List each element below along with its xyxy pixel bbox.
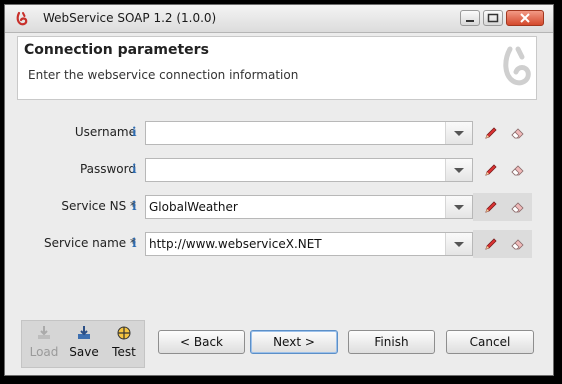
clear-eraser-icon[interactable] xyxy=(510,199,526,215)
next-button[interactable]: Next > xyxy=(250,330,338,354)
field-row-password: Password i xyxy=(17,156,537,184)
username-field[interactable] xyxy=(145,121,473,145)
password-info-icon[interactable]: i xyxy=(132,162,137,176)
password-dropdown-button[interactable] xyxy=(445,159,472,181)
field-row-service-ns: Service NS * i GlobalWeather xyxy=(17,193,537,221)
maximize-icon xyxy=(487,13,499,23)
page-description: Enter the webservice connection informat… xyxy=(28,68,299,82)
edit-pencil-icon[interactable] xyxy=(483,162,499,178)
username-label: Username xyxy=(74,125,136,139)
edit-pencil-icon[interactable] xyxy=(483,125,499,141)
close-button[interactable] xyxy=(506,10,544,26)
app-logo-icon xyxy=(16,11,28,26)
username-dropdown-button[interactable] xyxy=(445,122,472,144)
username-info-icon[interactable]: i xyxy=(132,125,137,139)
save-icon xyxy=(78,326,90,339)
test-button[interactable]: Test xyxy=(104,321,144,367)
password-field[interactable] xyxy=(145,158,473,182)
chevron-down-icon xyxy=(454,131,464,136)
chevron-down-icon xyxy=(454,242,464,247)
dialog-window: WebService SOAP 1.2 (1.0.0) Connection p… xyxy=(4,4,554,376)
window-title: WebService SOAP 1.2 (1.0.0) xyxy=(43,11,217,25)
page-title: Connection parameters xyxy=(24,42,209,58)
header-logo-icon xyxy=(503,46,531,86)
minimize-button[interactable] xyxy=(460,10,480,26)
clear-eraser-icon[interactable] xyxy=(510,162,526,178)
close-icon xyxy=(520,13,530,23)
connection-form: Username i Password i Service NS * i Glo… xyxy=(17,100,537,324)
field-row-username: Username i xyxy=(17,119,537,147)
maximize-button[interactable] xyxy=(483,10,503,26)
clear-eraser-icon[interactable] xyxy=(510,125,526,141)
service-ns-value: GlobalWeather xyxy=(149,200,238,214)
service-ns-field[interactable]: GlobalWeather xyxy=(145,195,473,219)
field-row-service-name: Service name * i http://www.webserviceX.… xyxy=(17,230,537,258)
service-name-value: http://www.webserviceX.NET xyxy=(149,237,322,251)
edit-pencil-icon[interactable] xyxy=(483,199,499,215)
cancel-button[interactable]: Cancel xyxy=(446,330,534,354)
save-button[interactable]: Save xyxy=(64,321,104,367)
test-label: Test xyxy=(112,345,136,359)
load-icon xyxy=(38,326,50,339)
service-ns-info-icon[interactable]: i xyxy=(132,199,137,213)
test-icon xyxy=(117,326,131,340)
back-button[interactable]: < Back xyxy=(158,330,245,354)
save-label: Save xyxy=(69,345,99,359)
title-bar[interactable]: WebService SOAP 1.2 (1.0.0) xyxy=(5,5,553,33)
chevron-down-icon xyxy=(454,205,464,210)
edit-pencil-icon[interactable] xyxy=(483,236,499,252)
service-ns-dropdown-button[interactable] xyxy=(445,196,472,218)
password-label: Password xyxy=(79,162,136,176)
load-label: Load xyxy=(29,345,59,359)
service-name-field[interactable]: http://www.webserviceX.NET xyxy=(145,232,473,256)
service-ns-label: Service NS * xyxy=(61,199,136,213)
finish-button[interactable]: Finish xyxy=(348,330,435,354)
chevron-down-icon xyxy=(454,168,464,173)
action-toolbar: Load Save Test xyxy=(21,320,145,368)
clear-eraser-icon[interactable] xyxy=(510,236,526,252)
wizard-header: Connection parameters Enter the webservi… xyxy=(17,36,537,100)
service-name-info-icon[interactable]: i xyxy=(132,236,137,250)
minimize-icon xyxy=(466,20,474,22)
service-name-label: Service name * xyxy=(43,236,136,250)
service-name-dropdown-button[interactable] xyxy=(445,233,472,255)
load-button[interactable]: Load xyxy=(24,321,64,367)
